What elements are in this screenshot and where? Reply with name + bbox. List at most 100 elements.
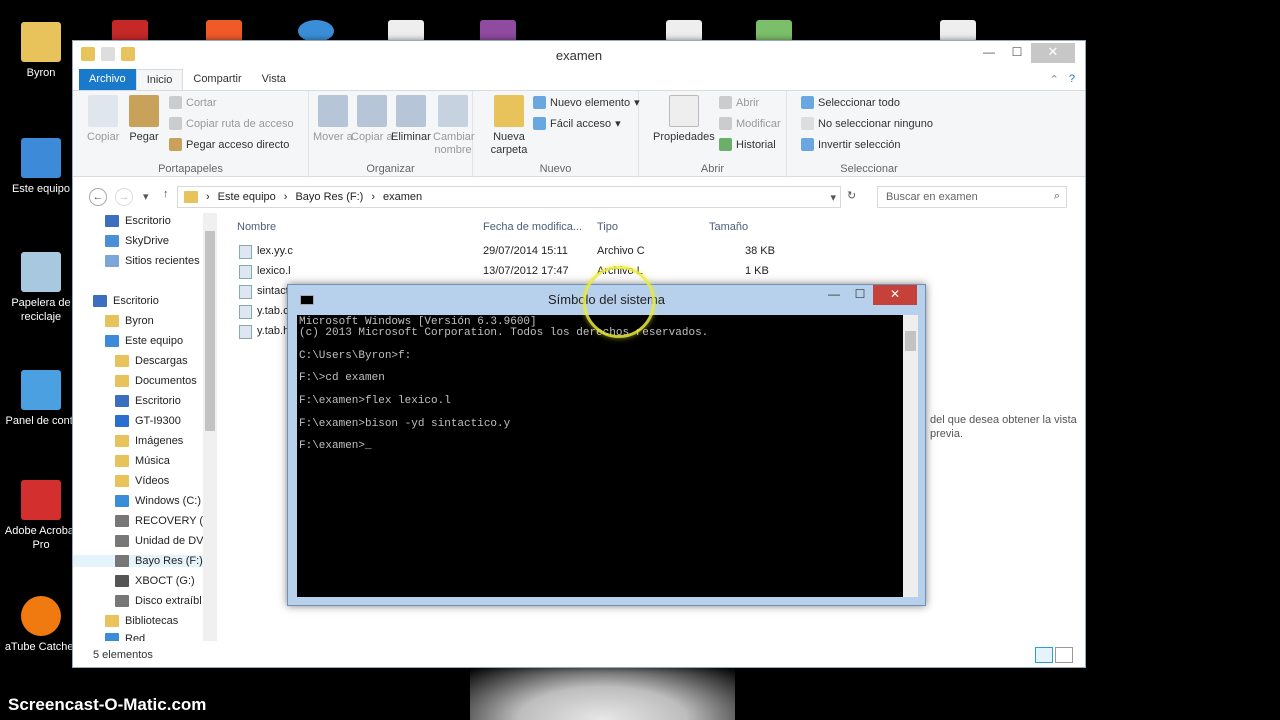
- desktop-icon-label: aTube Catcher: [4, 641, 78, 653]
- address-dropdown-icon[interactable]: ▾: [830, 191, 836, 204]
- delete-button[interactable]: Eliminar: [391, 95, 431, 144]
- large-icons-view-icon[interactable]: [1055, 647, 1073, 663]
- copy-to-button[interactable]: Copiar a: [351, 95, 393, 144]
- paste-button[interactable]: Pegar: [129, 95, 159, 144]
- recycle-bin-icon: [21, 252, 61, 292]
- col-fecha[interactable]: Fecha de modifica...: [483, 221, 582, 233]
- tab-archivo[interactable]: Archivo: [79, 69, 136, 90]
- nav-item[interactable]: Escritorio: [105, 215, 171, 227]
- desktop-icon-este-equipo[interactable]: Este equipo: [0, 138, 82, 196]
- refresh-icon[interactable]: ↻: [847, 189, 856, 202]
- nav-item-icon: [105, 633, 119, 641]
- new-folder-button[interactable]: Nueva carpeta: [487, 95, 531, 157]
- nav-item[interactable]: Unidad de DV: [115, 535, 204, 547]
- easy-access-button[interactable]: Fácil acceso ▾: [533, 117, 621, 130]
- nav-item-icon: [115, 395, 129, 407]
- file-name: lex.yy.c: [257, 245, 293, 257]
- recent-chevron-icon[interactable]: ▾: [143, 190, 149, 203]
- history-button[interactable]: Historial: [719, 138, 776, 151]
- close-button[interactable]: ✕: [1031, 43, 1075, 63]
- desktop-icon-top-2[interactable]: [206, 20, 242, 42]
- move-to-button[interactable]: Mover a: [313, 95, 353, 144]
- group-label: Portapapeles: [158, 163, 223, 175]
- tab-inicio[interactable]: Inicio: [135, 69, 184, 90]
- open-button[interactable]: Abrir: [719, 96, 759, 109]
- nav-item[interactable]: Escritorio: [115, 395, 181, 407]
- nav-item[interactable]: Byron: [105, 315, 154, 327]
- invert-selection-button[interactable]: Invertir selección: [801, 138, 901, 151]
- nav-item[interactable]: Escritorio: [93, 295, 159, 307]
- desktop-icon-adobe[interactable]: Adobe Acrobat Pro: [0, 480, 82, 552]
- tab-vista[interactable]: Vista: [252, 69, 296, 90]
- cmd-close-button[interactable]: ✕: [873, 285, 917, 305]
- nav-item[interactable]: Bibliotecas: [105, 615, 178, 627]
- cut-button[interactable]: Cortar: [169, 96, 217, 109]
- copy-button[interactable]: Copiar: [87, 95, 119, 144]
- nav-item[interactable]: Sitios recientes: [105, 255, 200, 267]
- console-scrollbar[interactable]: [903, 315, 918, 597]
- desktop-icon-top-8[interactable]: [940, 20, 976, 42]
- nav-item[interactable]: SkyDrive: [105, 235, 169, 247]
- desktop-icon-top-5[interactable]: [480, 20, 516, 42]
- paste-shortcut-button[interactable]: Pegar acceso directo: [169, 138, 289, 151]
- up-button[interactable]: ↑: [163, 188, 169, 200]
- desktop-icon-panel-control[interactable]: Panel de contr: [0, 370, 82, 428]
- desktop-icon-top-3[interactable]: [298, 20, 334, 42]
- nav-scrollbar[interactable]: [203, 213, 217, 641]
- nav-item[interactable]: Windows (C:): [115, 495, 201, 507]
- breadcrumb-bayo-res[interactable]: Bayo Res (F:): [295, 191, 363, 203]
- nav-item-icon: [105, 215, 119, 227]
- nav-item[interactable]: Documentos: [115, 375, 197, 387]
- minimize-button[interactable]: —: [975, 43, 1003, 63]
- edit-button[interactable]: Modificar: [719, 117, 781, 130]
- nav-item[interactable]: Imágenes: [115, 435, 183, 447]
- copy-path-button[interactable]: Copiar ruta de acceso: [169, 117, 294, 130]
- back-button[interactable]: ←: [89, 188, 107, 206]
- address-input[interactable]: › Este equipo › Bayo Res (F:) › examen ▾: [177, 186, 841, 208]
- nav-item[interactable]: Vídeos: [115, 475, 169, 487]
- col-nombre[interactable]: Nombre: [237, 221, 276, 233]
- desktop-icon-top-6[interactable]: [666, 20, 702, 42]
- breadcrumb-examen[interactable]: examen: [383, 191, 422, 203]
- nav-item[interactable]: Red: [105, 633, 145, 641]
- help-icon[interactable]: ?: [1069, 73, 1075, 86]
- properties-button[interactable]: Propiedades: [653, 95, 715, 144]
- expand-ribbon-icon[interactable]: ⌃: [1050, 73, 1059, 86]
- desktop-icon-byron[interactable]: Byron: [0, 22, 82, 80]
- forward-button[interactable]: →: [115, 188, 133, 206]
- explorer-titlebar[interactable]: examen — ☐ ✕: [73, 41, 1085, 69]
- details-view-icon[interactable]: [1035, 647, 1053, 663]
- desktop-icon-top-4[interactable]: [388, 20, 424, 42]
- cmd-maximize-button[interactable]: ☐: [847, 285, 873, 305]
- nav-item[interactable]: GT-I9300: [115, 415, 181, 427]
- nav-item[interactable]: RECOVERY (D: [115, 515, 211, 527]
- col-tamano[interactable]: Tamaño: [709, 221, 748, 233]
- nav-item[interactable]: XBOCT (G:): [115, 575, 195, 587]
- file-icon: [239, 305, 252, 319]
- col-tipo[interactable]: Tipo: [597, 221, 618, 233]
- nav-item[interactable]: Descargas: [115, 355, 188, 367]
- desktop-icon-papelera[interactable]: Papelera de reciclaje: [0, 252, 82, 324]
- new-item-button[interactable]: Nuevo elemento ▾: [533, 96, 640, 109]
- nav-item[interactable]: Este equipo: [105, 335, 183, 347]
- rename-button[interactable]: Cambiar nombre: [433, 95, 475, 157]
- scissors-icon: [169, 96, 182, 109]
- nav-item[interactable]: Disco extraíbl: [115, 595, 202, 607]
- search-input[interactable]: Buscar en examen ⌕: [877, 186, 1067, 208]
- file-row[interactable]: lexico.l 13/07/2012 17:47 Archivo L1 KB: [233, 263, 833, 282]
- tab-compartir[interactable]: Compartir: [183, 69, 251, 90]
- desktop-icon-atube[interactable]: aTube Catcher: [0, 596, 82, 654]
- desktop-icon-top-1[interactable]: [112, 20, 148, 42]
- select-none-icon: [801, 117, 814, 130]
- cmd-minimize-button[interactable]: —: [821, 285, 847, 305]
- nav-item[interactable]: Bayo Res (F:): [73, 555, 213, 567]
- console-output[interactable]: Microsoft Windows [Versión 6.3.9600] (c) …: [297, 315, 903, 597]
- desktop-icon-top-7[interactable]: [756, 20, 792, 42]
- file-row[interactable]: lex.yy.c 29/07/2014 15:11 Archivo C 38 KB: [233, 243, 833, 262]
- maximize-button[interactable]: ☐: [1003, 43, 1031, 63]
- breadcrumb-este-equipo[interactable]: Este equipo: [218, 191, 276, 203]
- select-none-button[interactable]: No seleccionar ninguno: [801, 117, 933, 130]
- file-name: y.tab.c: [257, 305, 289, 317]
- select-all-button[interactable]: Seleccionar todo: [801, 96, 900, 109]
- nav-item[interactable]: Música: [115, 455, 170, 467]
